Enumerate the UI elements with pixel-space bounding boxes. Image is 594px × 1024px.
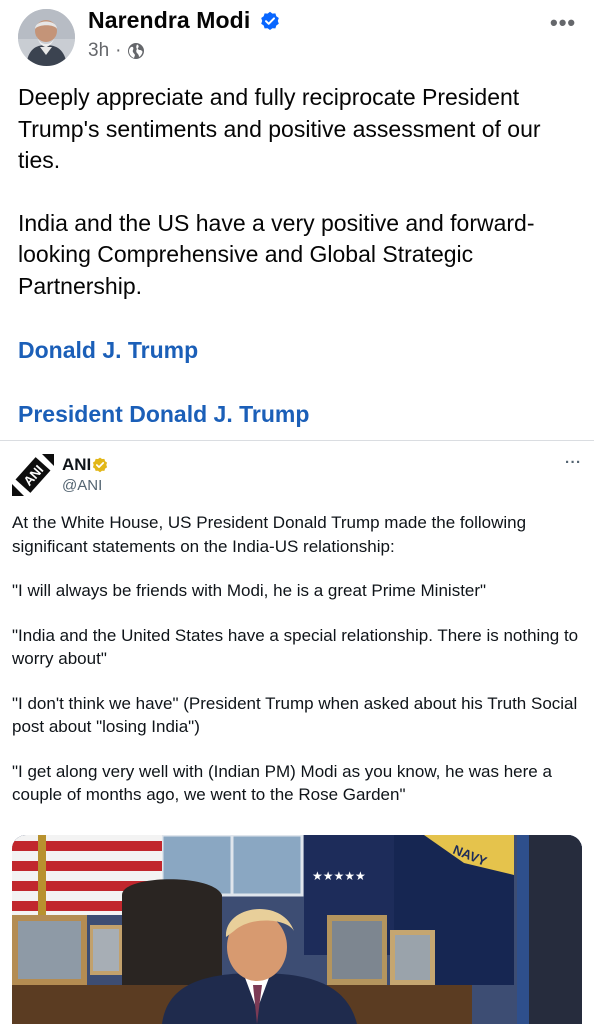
post-meta: 3h · [88,40,145,62]
mention-link-president-donald-j-trump[interactable]: President Donald J. Trump [18,401,309,428]
embed-author-name[interactable]: ANI [62,455,91,475]
ani-logo[interactable]: ANI [12,454,54,496]
embed-paragraph: At the White House, US President Donald … [12,513,527,556]
post-header: Narendra Modi 3h · ••• [0,0,594,72]
embed-paragraph: "India and the United States have a spec… [12,625,579,669]
embed-author-handle[interactable]: @ANI [62,477,102,494]
author-avatar[interactable] [18,9,75,66]
verified-badge-icon [261,11,279,31]
post-paragraph: India and the US have a very positive an… [18,209,535,299]
embed-paragraph: "I don't think we have" (President Trump… [12,693,578,737]
author-name[interactable]: Narendra Modi [88,7,250,34]
post-more-button[interactable]: ••• [550,10,576,36]
gold-verified-icon [92,457,108,473]
embedded-tweet[interactable]: ANI ANI @ANI ··· At the White House, US … [0,441,594,1024]
globe-icon[interactable] [127,42,145,60]
meta-separator: · [115,40,122,61]
embed-paragraph: "I get along very well with (Indian PM) … [12,761,552,805]
embed-photo[interactable]: NAVY ★★★★★ [12,835,582,1024]
svg-text:★★★★★: ★★★★★ [312,869,366,883]
embed-more-button[interactable]: ··· [565,454,582,471]
post-text: Deeply appreciate and fully reciprocate … [18,82,578,333]
embed-text: At the White House, US President Donald … [12,511,584,828]
post-time[interactable]: 3h [88,40,109,62]
embed-paragraph: "I will always be friends with Modi, he … [12,581,487,600]
mention-link-donald-j-trump[interactable]: Donald J. Trump [18,337,198,364]
post-paragraph: Deeply appreciate and fully reciprocate … [18,84,541,173]
